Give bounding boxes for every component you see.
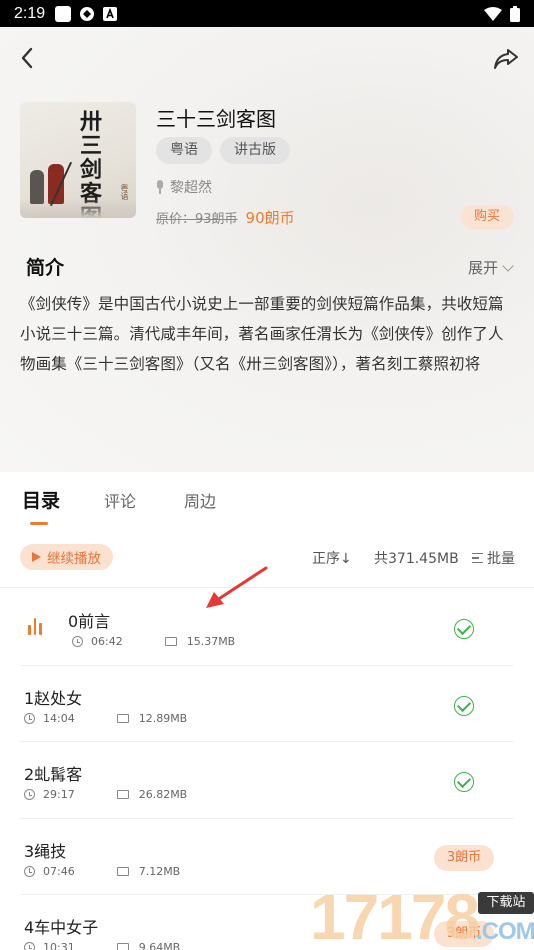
episode-duration: 07:46 <box>43 864 75 878</box>
episode-price-button[interactable]: 3朗币 <box>434 844 494 871</box>
expand-button[interactable]: 展开 <box>467 257 514 278</box>
batch-label: 批量 <box>487 551 515 567</box>
file-size-icon <box>116 790 129 799</box>
current-price: 90朗币 <box>245 209 295 227</box>
wifi-icon <box>484 6 502 21</box>
watermark-domain: .COM <box>476 918 534 945</box>
back-arrow-icon <box>21 47 33 69</box>
episode-size: 26.82MB <box>138 788 188 801</box>
watermark-badge: 下载站 <box>478 892 534 914</box>
episode-duration: 06:42 <box>91 635 123 648</box>
status-icons-right <box>484 5 520 22</box>
episode-title: 0前言 <box>68 612 111 631</box>
continue-play-button[interactable]: 继续播放 <box>20 544 113 570</box>
continue-play-label: 继续播放 <box>47 551 101 567</box>
intro-heading: 简介 <box>26 257 65 279</box>
status-bar: 2:19 <box>0 0 534 27</box>
episode-size: 15.37MB <box>186 635 236 648</box>
episode-meta: 10:31 9.64MB <box>24 941 180 950</box>
file-size-icon <box>116 943 129 950</box>
status-time: 2:19 <box>14 4 46 22</box>
tag-version[interactable]: 讲古版 <box>220 137 290 164</box>
tag-language[interactable]: 粤语 <box>156 137 212 164</box>
microphone-icon <box>156 180 164 194</box>
file-size-icon <box>116 866 129 876</box>
author-row[interactable]: 黎超然 <box>156 177 212 197</box>
status-icons-left <box>55 5 118 22</box>
clock-icon <box>24 942 35 950</box>
list-icon <box>472 553 483 563</box>
batch-button[interactable]: 批量 <box>472 548 515 568</box>
annotation-arrow-icon <box>206 566 268 608</box>
expand-label: 展开 <box>467 259 498 277</box>
author-name: 黎超然 <box>170 180 212 196</box>
episode-meta: 29:17 26.82MB <box>24 788 187 801</box>
episode-title: 1赵处女 <box>24 688 83 708</box>
episode-size: 7.12MB <box>138 864 181 878</box>
episode-row[interactable]: 2虬髯客 29:17 26.82MB <box>20 742 514 819</box>
watermark-logo: 17178 下载站 .COM <box>310 884 534 950</box>
chevron-down-icon <box>502 259 514 272</box>
now-playing-icon <box>28 617 42 635</box>
cover-figure <box>30 170 44 204</box>
episode-title: 3绳技 <box>24 841 67 861</box>
battery-icon <box>510 5 520 22</box>
font-notification-icon <box>103 6 118 21</box>
episode-row[interactable]: 1赵处女 14:04 12.89MB <box>20 666 514 742</box>
tab-catalog[interactable]: 目录 <box>22 486 60 513</box>
total-size: 共371.45MB <box>374 551 459 567</box>
file-size-icon <box>164 637 177 646</box>
episode-duration: 29:17 <box>43 788 75 801</box>
clock-icon <box>24 865 35 877</box>
episode-meta: 14:04 12.89MB <box>24 712 187 725</box>
share-icon <box>494 49 518 69</box>
episode-title: 4车中女子 <box>24 918 99 937</box>
share-button[interactable] <box>492 46 520 72</box>
watermark-digits: 17178 <box>310 881 480 950</box>
episode-meta: 06:42 15.37MB <box>72 635 235 648</box>
tab-merch[interactable]: 周边 <box>184 488 216 512</box>
buy-button[interactable]: 购买 <box>460 205 514 229</box>
book-cover[interactable]: 卅三剑客图 粤语 <box>20 102 136 218</box>
tab-comments[interactable]: 评论 <box>104 488 136 512</box>
notification-icon <box>55 5 72 22</box>
episode-size: 12.89MB <box>138 711 188 725</box>
episode-meta: 07:46 7.12MB <box>24 865 180 878</box>
play-icon <box>32 552 41 562</box>
episode-title: 2虬髯客 <box>24 765 83 784</box>
episode-size: 9.64MB <box>138 941 181 950</box>
price-row: 原价：93朗币 90朗币 <box>156 207 295 228</box>
book-title: 三十三剑客图 <box>156 107 276 131</box>
tab-bar: 目录 评论 周边 <box>0 472 534 532</box>
episode-duration: 10:31 <box>43 941 75 950</box>
clock-icon <box>72 636 83 647</box>
book-tags: 粤语 讲古版 <box>156 137 290 164</box>
episode-duration: 14:04 <box>43 711 75 725</box>
clock-icon <box>24 712 35 724</box>
sort-button[interactable]: 正序↓ <box>312 548 352 568</box>
downloaded-check-icon <box>454 772 474 792</box>
app-notification-icon <box>80 6 95 21</box>
back-button[interactable] <box>16 44 40 72</box>
downloaded-check-icon <box>454 619 474 639</box>
intro-text: 《剑侠传》是中国古代小说史上一部重要的剑侠短篇作品集，共收短篇小说三十三篇。清代… <box>20 295 504 373</box>
file-size-icon <box>116 713 129 723</box>
active-tab-indicator <box>30 522 48 525</box>
downloaded-check-icon <box>454 695 474 716</box>
clock-icon <box>24 789 35 800</box>
original-price: 原价：93朗币 <box>156 212 238 227</box>
header-background <box>0 27 534 472</box>
